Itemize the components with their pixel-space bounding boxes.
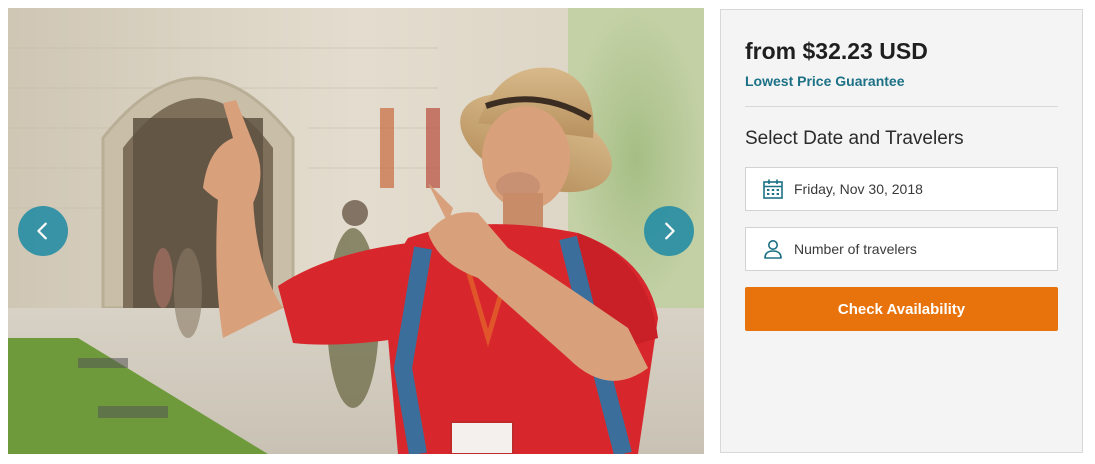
lowest-price-guarantee-link[interactable]: Lowest Price Guarantee xyxy=(745,73,905,89)
date-value: Friday, Nov 30, 2018 xyxy=(794,181,923,197)
booking-panel: from $32.23 USD Lowest Price Guarantee S… xyxy=(720,9,1083,453)
photo-carousel xyxy=(8,8,704,454)
price-label: from $32.23 USD xyxy=(745,38,928,64)
previous-photo-button[interactable] xyxy=(18,206,68,256)
calendar-icon xyxy=(762,178,784,200)
chevron-right-icon xyxy=(665,222,675,240)
tour-photo xyxy=(8,8,704,454)
select-date-travelers-heading: Select Date and Travelers xyxy=(745,128,964,149)
person-icon xyxy=(762,238,784,260)
next-photo-button[interactable] xyxy=(644,206,694,256)
travelers-field[interactable]: Number of travelers xyxy=(745,227,1058,271)
travelers-placeholder: Number of travelers xyxy=(794,241,917,257)
divider xyxy=(745,106,1058,107)
date-picker-field[interactable]: Friday, Nov 30, 2018 xyxy=(745,167,1058,211)
check-availability-button[interactable]: Check Availability xyxy=(745,287,1058,331)
chevron-left-icon xyxy=(37,222,47,240)
